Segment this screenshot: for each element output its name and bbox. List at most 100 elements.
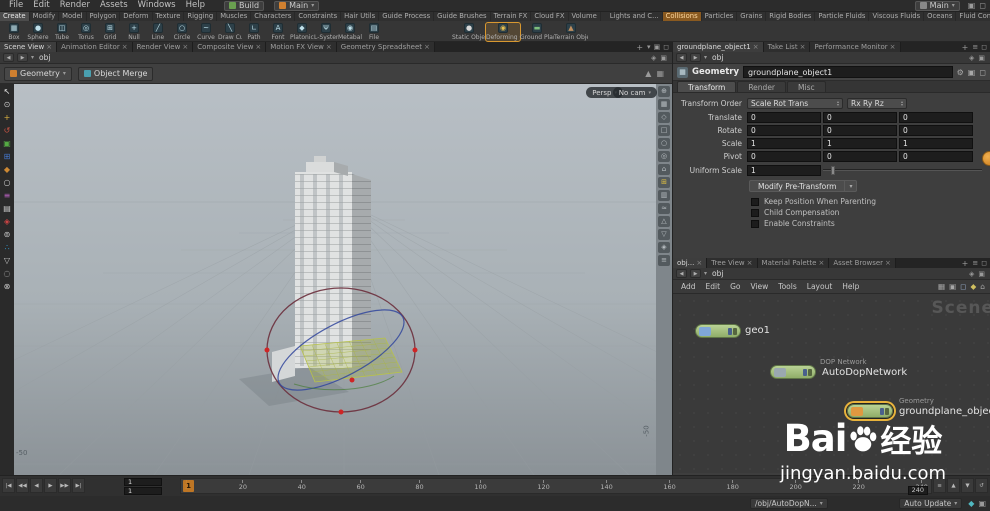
checkbox[interactable] — [751, 197, 759, 206]
inputs-icon[interactable] — [968, 68, 976, 77]
display-flag[interactable] — [880, 407, 884, 415]
network-editor[interactable]: Scene geo1 DOP Network AutoDopNetwork Ge… — [673, 294, 990, 473]
shelf-tool[interactable]: ◫ Tube — [50, 22, 74, 41]
pretransform-menu-icon[interactable] — [845, 180, 858, 192]
checkbox[interactable] — [751, 219, 759, 228]
shelf-tool[interactable]: A Font — [266, 22, 290, 41]
close-icon[interactable] — [753, 43, 759, 51]
uniform-scale-field[interactable]: 1 — [747, 164, 821, 176]
viewport-display-icon[interactable]: ▥ — [658, 190, 670, 201]
shelf-tab[interactable]: Fluid Contai... — [956, 12, 990, 21]
shelf-tab[interactable]: Hair Utils — [341, 12, 380, 21]
shelf-tool[interactable]: ▬ Ground Plane — [520, 22, 554, 41]
current-frame-marker[interactable]: 1 — [183, 480, 194, 492]
pane-tab[interactable]: Take List — [763, 42, 811, 52]
pane-tab[interactable]: Geometry Spreadsheet — [336, 42, 435, 52]
param-field-z[interactable]: 0 — [899, 150, 973, 162]
shelf-tab[interactable]: Guide Process — [379, 12, 435, 21]
node-geo1[interactable] — [695, 324, 741, 338]
transport-button[interactable]: ▶ — [44, 478, 57, 493]
network-menu-item[interactable]: Edit — [701, 282, 726, 291]
shelf-tool[interactable]: ◉ Metaball — [338, 22, 362, 41]
shelf-tab[interactable]: Oceans — [924, 12, 957, 21]
viewport-tool-icon[interactable]: ⊚ — [4, 230, 11, 240]
back-button[interactable] — [676, 53, 687, 62]
viewport-tool-icon[interactable]: ◆ — [4, 165, 10, 175]
param-field-x[interactable]: 0 — [747, 111, 821, 123]
geometry-dropdown[interactable]: Geometry — [4, 66, 72, 81]
playbar-option-button[interactable]: ↺ — [975, 478, 988, 493]
viewport-tool-icon[interactable]: ○ — [4, 178, 11, 188]
current-frame-field[interactable]: 1 — [124, 478, 162, 486]
close-icon[interactable] — [255, 43, 261, 51]
shelf-tool[interactable]: ~ Curve — [194, 22, 218, 41]
shelf-tab[interactable]: Texture — [153, 12, 185, 21]
viewport-tool-icon[interactable]: ⊞ — [4, 152, 11, 162]
grid-toggle-icon[interactable] — [656, 69, 664, 78]
home-network-icon[interactable] — [980, 282, 985, 291]
pin-icon[interactable] — [969, 270, 974, 278]
close-icon[interactable] — [182, 43, 188, 51]
path-dropdown-icon[interactable] — [704, 54, 707, 61]
param-field-x[interactable]: 0 — [747, 124, 821, 136]
pane-tab[interactable]: Motion FX View — [266, 42, 337, 52]
memory-icon[interactable] — [978, 499, 986, 508]
shelf-tab[interactable]: Polygon — [87, 12, 121, 21]
pane-tab[interactable]: Performance Monitor — [810, 42, 901, 52]
shelf-tool[interactable]: ∟ Path — [242, 22, 266, 41]
shelf-tool[interactable]: ╱ Line — [146, 22, 170, 41]
range-start-field[interactable]: 1 — [124, 487, 162, 495]
shelf-tool[interactable]: ◉ Deforming Object — [485, 21, 521, 42]
shelf-tab[interactable]: Deform — [120, 12, 153, 21]
shelf-tab[interactable]: Characters — [251, 12, 296, 21]
camera-dropdown[interactable]: No cam — [612, 87, 657, 98]
shelf-tool[interactable]: ⊞ Grid — [98, 22, 122, 41]
window-icon[interactable] — [968, 1, 976, 10]
pane-tab[interactable]: Scene View — [0, 42, 58, 52]
viewport-tool-icon[interactable]: ∴ — [4, 243, 9, 253]
param-field-x[interactable]: 0 — [747, 150, 821, 162]
link-icon[interactable] — [978, 54, 985, 62]
param-field-y[interactable]: 1 — [823, 137, 897, 149]
param-tab[interactable]: Misc — [787, 81, 826, 92]
shelf-tab[interactable]: Particles — [702, 12, 738, 21]
shelf-tool[interactable]: ◎ Torus — [74, 22, 98, 41]
viewport-display-icon[interactable]: ⌂ — [658, 164, 670, 175]
selectable-flag[interactable] — [885, 407, 889, 415]
playbar-option-button[interactable]: ▲ — [947, 478, 960, 493]
playbar-option-button[interactable]: ▼ — [961, 478, 974, 493]
shelf-tab[interactable]: Modify — [30, 12, 60, 21]
viewport-display-icon[interactable]: ◈ — [658, 242, 670, 253]
viewport-tool-icon[interactable]: ↺ — [4, 126, 11, 136]
param-tab[interactable]: Transform — [677, 81, 737, 92]
object-merge-button[interactable]: Object Merge — [77, 66, 154, 81]
desktop-selector[interactable]: Main — [914, 0, 960, 11]
viewport-tool-icon[interactable]: ⊙ — [4, 100, 11, 110]
playbar-option-button[interactable]: ≡ — [933, 478, 946, 493]
frame-ruler[interactable]: 120406080100120140160180200220240 1 — [180, 478, 932, 494]
close-icon[interactable] — [885, 259, 891, 267]
viewport-display-icon[interactable]: ▽ — [658, 229, 670, 240]
transform-order-dropdown[interactable]: Scale Rot Trans — [747, 97, 843, 109]
shelf-tab[interactable]: Guide Brushes — [434, 12, 491, 21]
close-icon[interactable] — [326, 43, 332, 51]
layout-grid-icon[interactable] — [938, 282, 945, 291]
param-field-y[interactable]: 0 — [823, 124, 897, 136]
pane-split-icon[interactable] — [654, 43, 661, 51]
pane-tab[interactable]: Render View — [132, 42, 194, 52]
layout-icon[interactable] — [979, 1, 986, 10]
list-view-icon[interactable] — [949, 282, 956, 291]
path-dropdown-icon[interactable] — [704, 270, 707, 277]
param-tab[interactable]: Render — [737, 81, 787, 92]
close-icon[interactable] — [424, 43, 430, 51]
range-end-field[interactable]: 240 — [907, 486, 928, 495]
pane-menu-icon[interactable] — [972, 259, 978, 267]
viewport-tool-icon[interactable]: ▤ — [3, 204, 11, 214]
viewport-tool-icon[interactable]: ⊗ — [4, 282, 11, 292]
viewport-tool-icon[interactable]: ▽ — [4, 256, 10, 266]
menu-item[interactable]: Edit — [28, 0, 54, 11]
viewport-display-icon[interactable]: ◇ — [658, 112, 670, 123]
pane-tab[interactable]: groundplane_object1 — [673, 42, 764, 52]
shelf-tool[interactable]: ● Static Object — [452, 22, 486, 41]
param-field-y[interactable]: 0 — [823, 111, 897, 123]
